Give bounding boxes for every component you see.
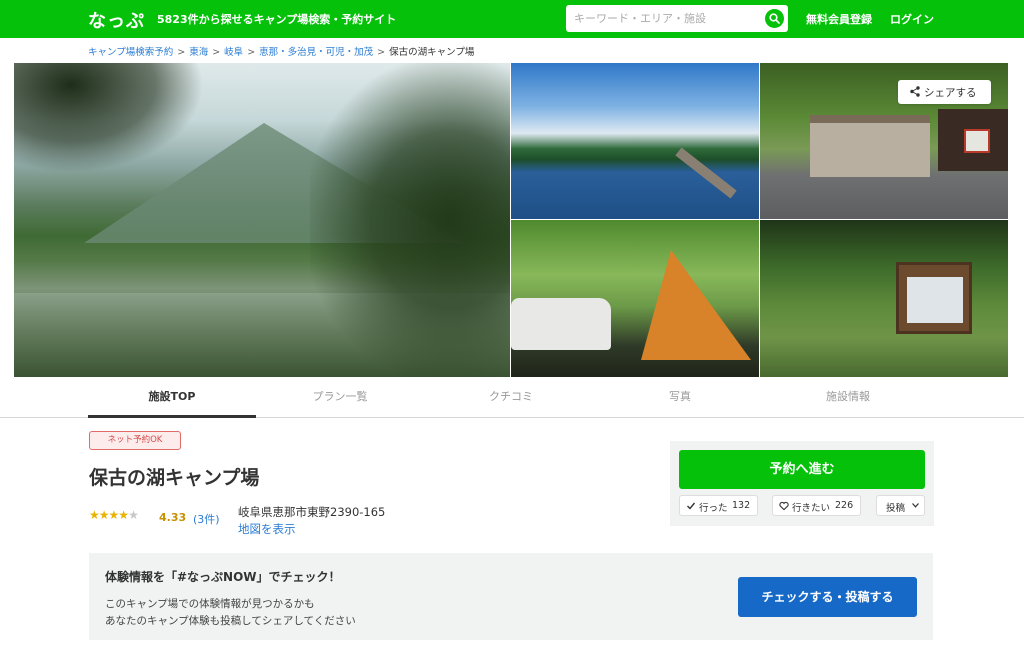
rating-value: 4.33 (159, 511, 187, 524)
photo-tree (310, 63, 510, 377)
site-header: なっぷ 5823件から探せるキャンプ場検索・予約サイト 無料会員登録 ログイン (0, 0, 1024, 38)
photo-car (511, 298, 611, 350)
now-banner-text: このキャンプ場での体験情報が見つかるかも (105, 598, 315, 610)
check-icon (687, 502, 696, 510)
breadcrumb-separator: > (212, 47, 221, 58)
star-icon: ★ (89, 508, 100, 522)
search-icon (769, 13, 780, 24)
want-to-go-count: 226 (835, 500, 854, 511)
share-button[interactable]: シェアする (898, 80, 991, 104)
went-count: 132 (732, 500, 751, 511)
rating-stars: ★★★★★ (89, 508, 139, 522)
search-button[interactable] (765, 9, 784, 28)
breadcrumb-link[interactable]: 岐阜 (224, 47, 243, 58)
tab-photos[interactable]: 写真 (596, 378, 764, 418)
facility-tabs: 施設TOP プラン一覧 クチコミ 写真 施設情報 (0, 378, 1024, 418)
breadcrumb-link[interactable]: キャンプ場検索予約 (88, 47, 173, 58)
show-map-link[interactable]: 地図を表示 (238, 521, 296, 537)
star-icon: ★ (108, 508, 120, 522)
photo-tree (14, 63, 204, 173)
gallery-photo-forest-sign[interactable] (760, 220, 1008, 377)
share-icon (910, 86, 920, 97)
want-to-go-label: 行きたい (792, 503, 831, 514)
chevron-down-icon (912, 503, 919, 508)
heart-icon (779, 501, 789, 511)
star-icon: ★ (118, 508, 129, 522)
net-booking-badge: ネット予約OK (89, 431, 181, 450)
share-label: シェアする (924, 87, 977, 99)
star-empty-icon: ★ (128, 508, 139, 522)
tab-plans[interactable]: プラン一覧 (256, 378, 424, 418)
breadcrumb-current: 保古の湖キャンプ場 (389, 47, 475, 58)
photo-window (964, 129, 990, 153)
breadcrumb-separator: > (177, 47, 186, 58)
reserve-button[interactable]: 予約へ進む (679, 450, 925, 489)
facility-title: 保古の湖キャンプ場 (89, 467, 260, 489)
now-banner-title: 体験情報を「#なっぷNOW」でチェック！ (105, 570, 341, 584)
photo-map (907, 277, 963, 323)
facility-address: 岐阜県恵那市東野2390-165 (238, 505, 386, 519)
want-to-go-button[interactable]: 行きたい 226 (772, 495, 861, 516)
tab-facility-info[interactable]: 施設情報 (764, 378, 932, 418)
now-banner-text: あなたのキャンプ体験も投稿してシェアしてください (105, 615, 356, 627)
breadcrumb-separator: > (247, 47, 256, 58)
post-dropdown[interactable]: 投稿 (876, 495, 925, 516)
went-label: 行った (699, 503, 728, 514)
photo-signboard (896, 262, 972, 334)
check-and-post-button[interactable]: チェックする・投稿する (738, 577, 917, 617)
photo-shed (810, 115, 930, 177)
site-tagline: 5823件から探せるキャンプ場検索・予約サイト (157, 13, 397, 26)
went-button[interactable]: 行った 132 (679, 495, 758, 516)
photo-cabin (938, 109, 1008, 171)
breadcrumb-separator: > (377, 47, 386, 58)
breadcrumb-link[interactable]: 恵那・多治見・可児・加茂 (259, 47, 373, 58)
photo-pier (675, 147, 737, 199)
photo-tent (641, 250, 751, 360)
search-box (566, 5, 788, 32)
post-label: 投稿 (886, 503, 906, 514)
breadcrumb-link[interactable]: 東海 (189, 47, 208, 58)
site-logo[interactable]: なっぷ (88, 7, 145, 33)
tab-reviews[interactable]: クチコミ (427, 378, 595, 418)
gallery-photo-campsite[interactable] (511, 220, 759, 377)
gallery-photo-boats[interactable] (511, 63, 759, 219)
star-icon: ★ (98, 508, 110, 522)
signup-link[interactable]: 無料会員登録 (806, 11, 872, 27)
breadcrumb: キャンプ場検索予約 > 東海 > 岐阜 > 恵那・多治見・可児・加茂 > 保古の湖キャンプ場 (88, 44, 474, 58)
tab-facility-top[interactable]: 施設TOP (88, 378, 256, 418)
login-link[interactable]: ログイン (890, 11, 934, 27)
gallery-photo-main-lake[interactable] (14, 63, 510, 377)
review-count-link[interactable]: (3件) (193, 511, 220, 527)
search-input[interactable] (574, 9, 762, 28)
